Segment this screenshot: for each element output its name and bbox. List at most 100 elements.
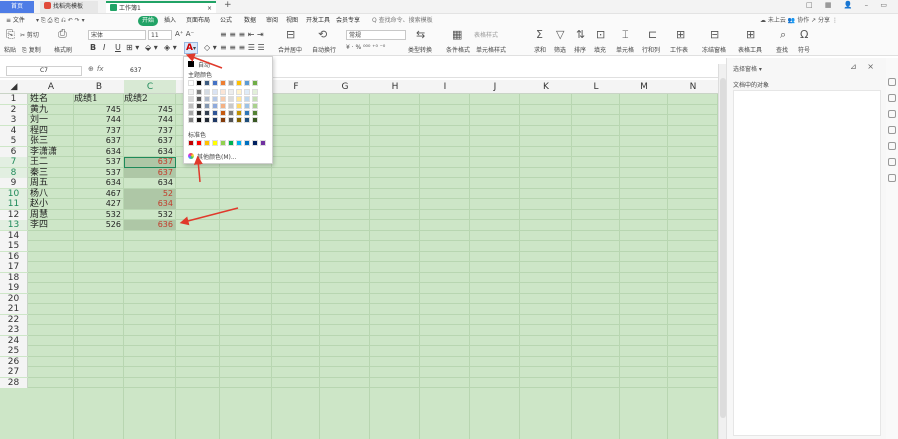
table-tools-button[interactable]: 表格工具 (738, 45, 762, 54)
row-header[interactable]: 7 (0, 157, 28, 167)
table-cell[interactable]: 537 (74, 168, 124, 178)
color-swatch[interactable] (188, 96, 194, 102)
row-header[interactable]: 8 (0, 167, 28, 178)
cell-button[interactable]: 单元格 (616, 45, 634, 54)
sidebar-settings-icon[interactable] (888, 158, 896, 166)
italic-button[interactable]: I (103, 43, 105, 52)
objects-list[interactable] (733, 90, 881, 436)
table-cell[interactable]: 周五 (28, 178, 74, 188)
color-swatch[interactable] (212, 140, 218, 146)
formula-input[interactable]: 637 (130, 66, 141, 76)
fill-color-icon[interactable]: ⬙ ▾ (145, 43, 158, 52)
row-header[interactable]: 1 (0, 94, 28, 104)
menu-view[interactable]: 视图 (286, 14, 298, 28)
row-col-icon[interactable]: ⊏ (648, 28, 657, 41)
merge-center-button[interactable]: 合并居中 (278, 45, 302, 54)
row-header[interactable]: 19 (0, 283, 28, 293)
row-header[interactable]: 28 (0, 377, 28, 388)
table-cell[interactable]: 成绩1 (74, 94, 124, 104)
sort-button[interactable]: 排序 (574, 45, 586, 54)
table-cell[interactable]: 刘一 (28, 115, 74, 125)
row-header[interactable]: 15 (0, 241, 28, 251)
row-header[interactable]: 9 (0, 178, 28, 188)
row-header[interactable]: 6 (0, 146, 28, 157)
table-tools-icon[interactable]: ⊞ (746, 28, 755, 41)
color-swatch[interactable] (220, 96, 226, 102)
table-cell[interactable]: 634 (124, 199, 176, 209)
table-cell[interactable]: 634 (74, 147, 124, 157)
table-cell[interactable]: 636 (124, 220, 176, 230)
color-swatch[interactable] (236, 103, 242, 109)
column-header[interactable]: K (520, 80, 572, 94)
color-swatch[interactable] (244, 80, 250, 86)
row-header[interactable]: 26 (0, 356, 28, 367)
menu-member[interactable]: 会员专享 (336, 14, 360, 28)
color-swatch[interactable] (252, 103, 258, 109)
color-swatch[interactable] (204, 80, 210, 86)
filter-button[interactable]: 筛选 (554, 45, 566, 54)
number-format-select[interactable]: 常规 (346, 30, 406, 40)
column-header-corner[interactable]: ◢ (0, 80, 28, 94)
color-swatch[interactable] (220, 103, 226, 109)
color-swatch[interactable] (188, 140, 194, 146)
color-swatch[interactable] (204, 96, 210, 102)
align-top-icons[interactable]: ≡ ≡ ≡ ⇤ ⇥ (220, 30, 264, 39)
table-cell[interactable]: 745 (124, 105, 176, 115)
color-swatch[interactable] (228, 103, 234, 109)
table-cell[interactable]: 周慧 (28, 210, 74, 220)
filter-icon[interactable]: ▽ (556, 28, 564, 41)
bold-button[interactable]: B (90, 43, 96, 52)
conditional-format-icon[interactable]: ▦ (452, 28, 462, 41)
menu-insert[interactable]: 插入 (164, 14, 176, 28)
row-header[interactable]: 18 (0, 272, 28, 283)
color-swatch[interactable] (252, 80, 258, 86)
color-swatch[interactable] (252, 110, 258, 116)
find-icon[interactable]: ⌕ (780, 28, 786, 42)
font-size-adjust-icon[interactable]: A⁺ A⁻ (175, 30, 194, 38)
symbol-button[interactable]: 符号 (798, 45, 810, 54)
fill-button[interactable]: 填充 (594, 45, 606, 54)
table-cell[interactable]: 52 (124, 188, 176, 199)
selection-pane-title[interactable]: 选择窗格 ▾ (733, 64, 762, 73)
color-swatch[interactable] (252, 117, 258, 123)
row-header[interactable]: 16 (0, 251, 28, 262)
quick-access-toolbar[interactable]: ▾ ⎘ ⎙ ⎗ ⎌ ↶ ↷ ▾ (36, 14, 85, 28)
spreadsheet-grid[interactable]: ◢ ABCDEFGHIJKLMN123456789101112131415161… (0, 80, 718, 439)
color-swatch[interactable] (212, 117, 218, 123)
sidebar-shape-icon[interactable] (888, 110, 896, 118)
color-swatch[interactable] (196, 96, 202, 102)
column-header[interactable]: H (370, 80, 420, 94)
share-controls[interactable]: ☁ 未上云 👥 协作 ↗ 分享 ⋮ (760, 14, 838, 28)
color-swatch[interactable] (204, 110, 210, 116)
font-size-select[interactable]: 11 (148, 30, 172, 40)
table-cell[interactable]: 程四 (28, 126, 74, 136)
table-cell[interactable]: 黄九 (28, 105, 74, 115)
border-icon[interactable]: ⊞ ▾ (126, 43, 139, 52)
cell-icon[interactable]: ⌶ (622, 28, 629, 42)
vertical-scrollbar[interactable] (718, 64, 726, 439)
menu-data[interactable]: 数据 (244, 14, 256, 28)
table-cell[interactable]: 637 (124, 136, 176, 146)
table-cell[interactable]: 526 (74, 220, 124, 230)
pane-controls[interactable]: ⊿ × (850, 62, 878, 71)
conditional-format-button[interactable]: 条件格式 (446, 45, 470, 54)
color-swatch[interactable] (196, 89, 202, 95)
table-cell[interactable]: 637 (74, 136, 124, 146)
table-cell[interactable]: 637 (124, 167, 176, 178)
search-command[interactable]: Q 查找命令、搜索模板 (372, 14, 433, 28)
menu-review[interactable]: 审阅 (266, 14, 278, 28)
font-name-select[interactable]: 宋体 (88, 30, 146, 40)
file-menu[interactable]: ≡ 文件 (6, 14, 25, 28)
table-cell[interactable]: 634 (124, 178, 176, 188)
clear-format-icon[interactable]: ◇ ▾ (204, 43, 217, 52)
window-controls[interactable]: □ ▦ 👤 – ▭ (806, 1, 892, 9)
table-cell[interactable]: 赵小 (28, 199, 74, 209)
merge-icon[interactable]: ⊟ (286, 28, 295, 41)
format-painter-icon[interactable]: ⎙ (58, 27, 67, 41)
color-swatch[interactable] (228, 140, 234, 146)
color-swatch[interactable] (220, 89, 226, 95)
align-horizontal-icons[interactable]: ≡ ≡ ≡ ☰ ☰ (220, 43, 265, 52)
tab-home[interactable]: 首页 (0, 1, 34, 13)
table-cell[interactable]: 737 (124, 126, 176, 136)
color-swatch[interactable] (204, 103, 210, 109)
